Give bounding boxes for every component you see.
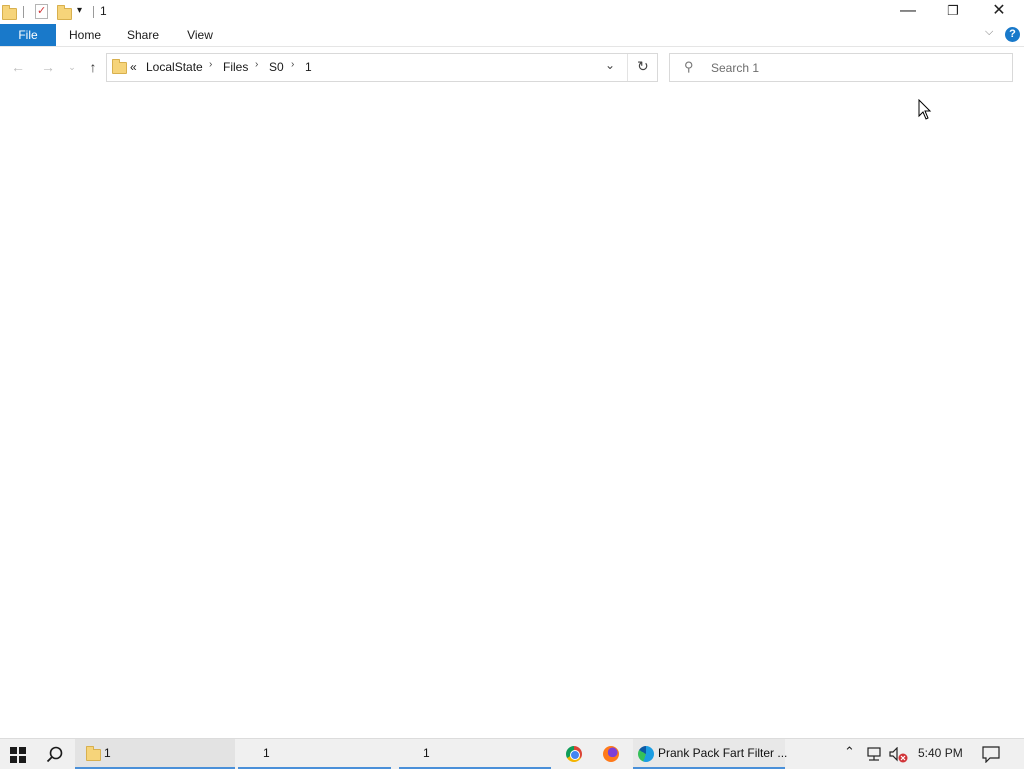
breadcrumb-files[interactable]: Files — [223, 60, 248, 74]
divider — [23, 6, 24, 18]
close-button[interactable]: ✕ — [976, 0, 1022, 24]
taskbar-item-label: 1 — [104, 746, 111, 760]
chrome-icon-center — [570, 750, 580, 760]
folder-icon — [86, 746, 101, 761]
address-bar[interactable]: « LocalState › Files › S0 › 1 ⌄ ↻ — [106, 53, 658, 82]
forward-arrow-icon[interactable]: → — [38, 57, 58, 77]
restore-button[interactable]: ❐ — [930, 0, 976, 24]
breadcrumb-s0[interactable]: S0 — [269, 60, 284, 74]
properties-icon[interactable] — [35, 4, 48, 19]
chevron-right-icon[interactable]: › — [255, 59, 258, 70]
clock[interactable]: 5:40 PM — [918, 746, 963, 760]
taskbar-chrome[interactable] — [560, 739, 588, 769]
window-title: 1 — [100, 4, 107, 18]
taskbar-item-edge[interactable]: Prank Pack Fart Filter ... — [633, 739, 788, 769]
tab-file[interactable]: File — [0, 24, 56, 46]
taskbar-item-explorer-2[interactable]: 1 — [238, 739, 391, 769]
taskbar-item-label: Prank Pack Fart Filter ... — [658, 746, 788, 760]
search-input[interactable]: Search 1 — [711, 61, 759, 75]
taskbar-firefox[interactable] — [597, 739, 625, 769]
refresh-icon[interactable]: ↻ — [637, 58, 649, 75]
windows-start-icon[interactable] — [10, 747, 26, 763]
title-bar: ▾ 1 — ❐ ✕ — [0, 0, 1024, 24]
tab-home[interactable]: Home — [64, 24, 106, 46]
search-icon: ⚲ — [684, 59, 694, 74]
breadcrumb-localstate[interactable]: LocalState — [146, 60, 203, 74]
search-box[interactable]: ⚲ Search 1 — [669, 53, 1013, 82]
divider — [93, 6, 94, 18]
folder-icon — [112, 59, 127, 74]
volume-muted-icon[interactable] — [889, 747, 909, 763]
tab-view[interactable]: View — [180, 24, 220, 46]
new-folder-icon[interactable] — [57, 5, 72, 20]
address-dropdown-icon[interactable]: ⌄ — [605, 58, 615, 72]
taskbar-item-explorer-1[interactable]: 1 — [75, 739, 235, 769]
tab-share[interactable]: Share — [122, 24, 164, 46]
breadcrumb-current[interactable]: 1 — [305, 60, 312, 74]
file-list-area[interactable] — [0, 90, 1024, 738]
network-icon[interactable] — [865, 747, 883, 761]
divider — [627, 54, 628, 81]
expand-ribbon-icon[interactable]: ⌵ — [985, 26, 993, 39]
taskbar: 1 1 1 Prank Pack Fart Filter ... ⌃ 5:40 … — [0, 738, 1024, 769]
action-center-icon[interactable] — [982, 746, 1000, 763]
taskbar-item-label: 1 — [423, 746, 430, 760]
up-arrow-icon[interactable]: ↑ — [83, 57, 103, 77]
firefox-icon — [603, 746, 619, 762]
customize-quick-access-icon[interactable]: ▾ — [77, 5, 82, 16]
help-icon[interactable]: ? — [1005, 27, 1020, 42]
chevron-right-icon[interactable]: › — [209, 59, 212, 70]
edge-icon — [638, 746, 654, 762]
minimize-button[interactable]: — — [885, 0, 931, 24]
taskbar-item-explorer-3[interactable]: 1 — [399, 739, 551, 769]
breadcrumb-overflow[interactable]: « — [130, 60, 137, 74]
ribbon-tabs: File Home Share View ⌵ ? — [0, 24, 1024, 47]
recent-locations-icon[interactable]: ⌄ — [62, 57, 82, 77]
taskbar-search-icon[interactable] — [46, 746, 63, 763]
chevron-right-icon[interactable]: › — [291, 59, 294, 70]
folder-icon — [2, 5, 17, 20]
back-arrow-icon[interactable]: ← — [8, 57, 28, 77]
taskbar-item-label: 1 — [263, 746, 270, 760]
show-hidden-icons-icon[interactable]: ⌃ — [844, 744, 855, 760]
